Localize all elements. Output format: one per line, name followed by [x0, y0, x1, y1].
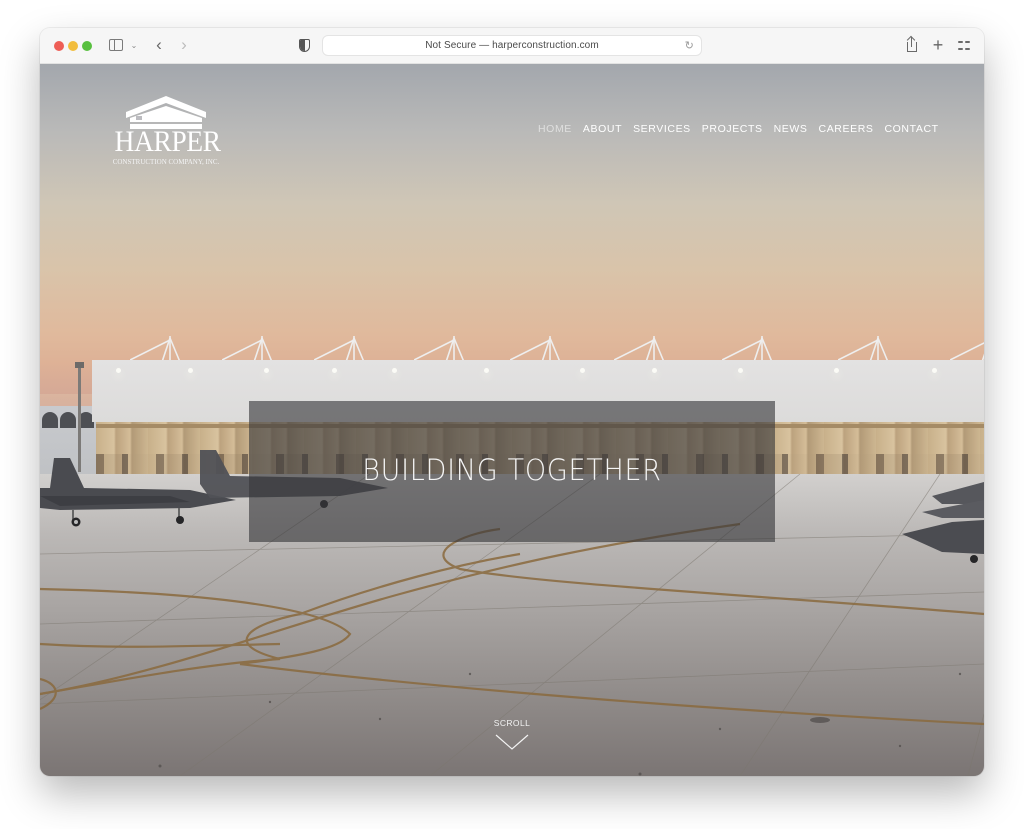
facade-lamp [392, 368, 397, 373]
address-bar[interactable]: Not Secure — harperconstruction.com ↻ [322, 35, 702, 56]
facade-lamp [188, 368, 193, 373]
nav-home[interactable]: HOME [538, 123, 572, 135]
nav-careers[interactable]: CAREERS [819, 123, 874, 135]
facade-lamp [580, 368, 585, 373]
scroll-label: SCROLL [493, 718, 531, 728]
url-text: Not Secure — harperconstruction.com [425, 40, 599, 51]
chevron-left-icon: ‹ [156, 35, 162, 54]
forward-button[interactable]: › [177, 35, 191, 54]
hero-section: HARPER CONSTRUCTION COMPANY, INC. HOME A… [40, 64, 984, 776]
share-icon[interactable] [905, 36, 919, 54]
harper-logo[interactable]: HARPER CONSTRUCTION COMPANY, INC. [110, 96, 222, 168]
chevron-down-icon [495, 734, 529, 750]
chevron-down-icon[interactable]: ⌄ [130, 38, 138, 52]
browser-window: ⌄ ‹ › Not Secure — harperconstruction.co… [40, 28, 984, 776]
privacy-shield-icon[interactable] [299, 39, 310, 52]
reload-icon[interactable]: ↻ [685, 39, 694, 52]
nav-about[interactable]: ABOUT [583, 123, 622, 135]
tab-overview-icon[interactable] [958, 39, 970, 51]
browser-toolbar: ⌄ ‹ › Not Secure — harperconstruction.co… [40, 28, 984, 64]
facade-lamp [484, 368, 489, 373]
main-nav: HOME ABOUT SERVICES PROJECTS NEWS CAREER… [538, 123, 950, 135]
facade-lamp [264, 368, 269, 373]
plus-icon: + [932, 34, 944, 55]
facade-lamp [834, 368, 839, 373]
fighter-jet [882, 474, 984, 564]
chevron-right-icon: › [181, 35, 187, 54]
logo-wordmark: HARPER [114, 125, 221, 158]
facade-lamp [932, 368, 937, 373]
nav-contact[interactable]: CONTACT [884, 123, 938, 135]
new-tab-button[interactable]: + [931, 35, 945, 55]
zoom-window-button[interactable] [82, 41, 92, 51]
hero-headline-box: BUILDING TOGETHER [249, 401, 775, 542]
logo-subtitle: CONSTRUCTION COMPANY, INC. [112, 158, 220, 166]
sidebar-toggle-icon[interactable] [109, 39, 123, 51]
close-window-button[interactable] [54, 41, 64, 51]
scroll-button[interactable]: SCROLL [472, 718, 552, 766]
nav-projects[interactable]: PROJECTS [702, 123, 763, 135]
hero-headline: BUILDING TOGETHER [362, 453, 662, 487]
facade-lamp [116, 368, 121, 373]
back-button[interactable]: ‹ [152, 35, 166, 54]
facade-lamp [738, 368, 743, 373]
nav-services[interactable]: SERVICES [633, 123, 691, 135]
facade-lamp [332, 368, 337, 373]
minimize-window-button[interactable] [68, 41, 78, 51]
nav-news[interactable]: NEWS [774, 123, 808, 135]
facade-lamp [652, 368, 657, 373]
